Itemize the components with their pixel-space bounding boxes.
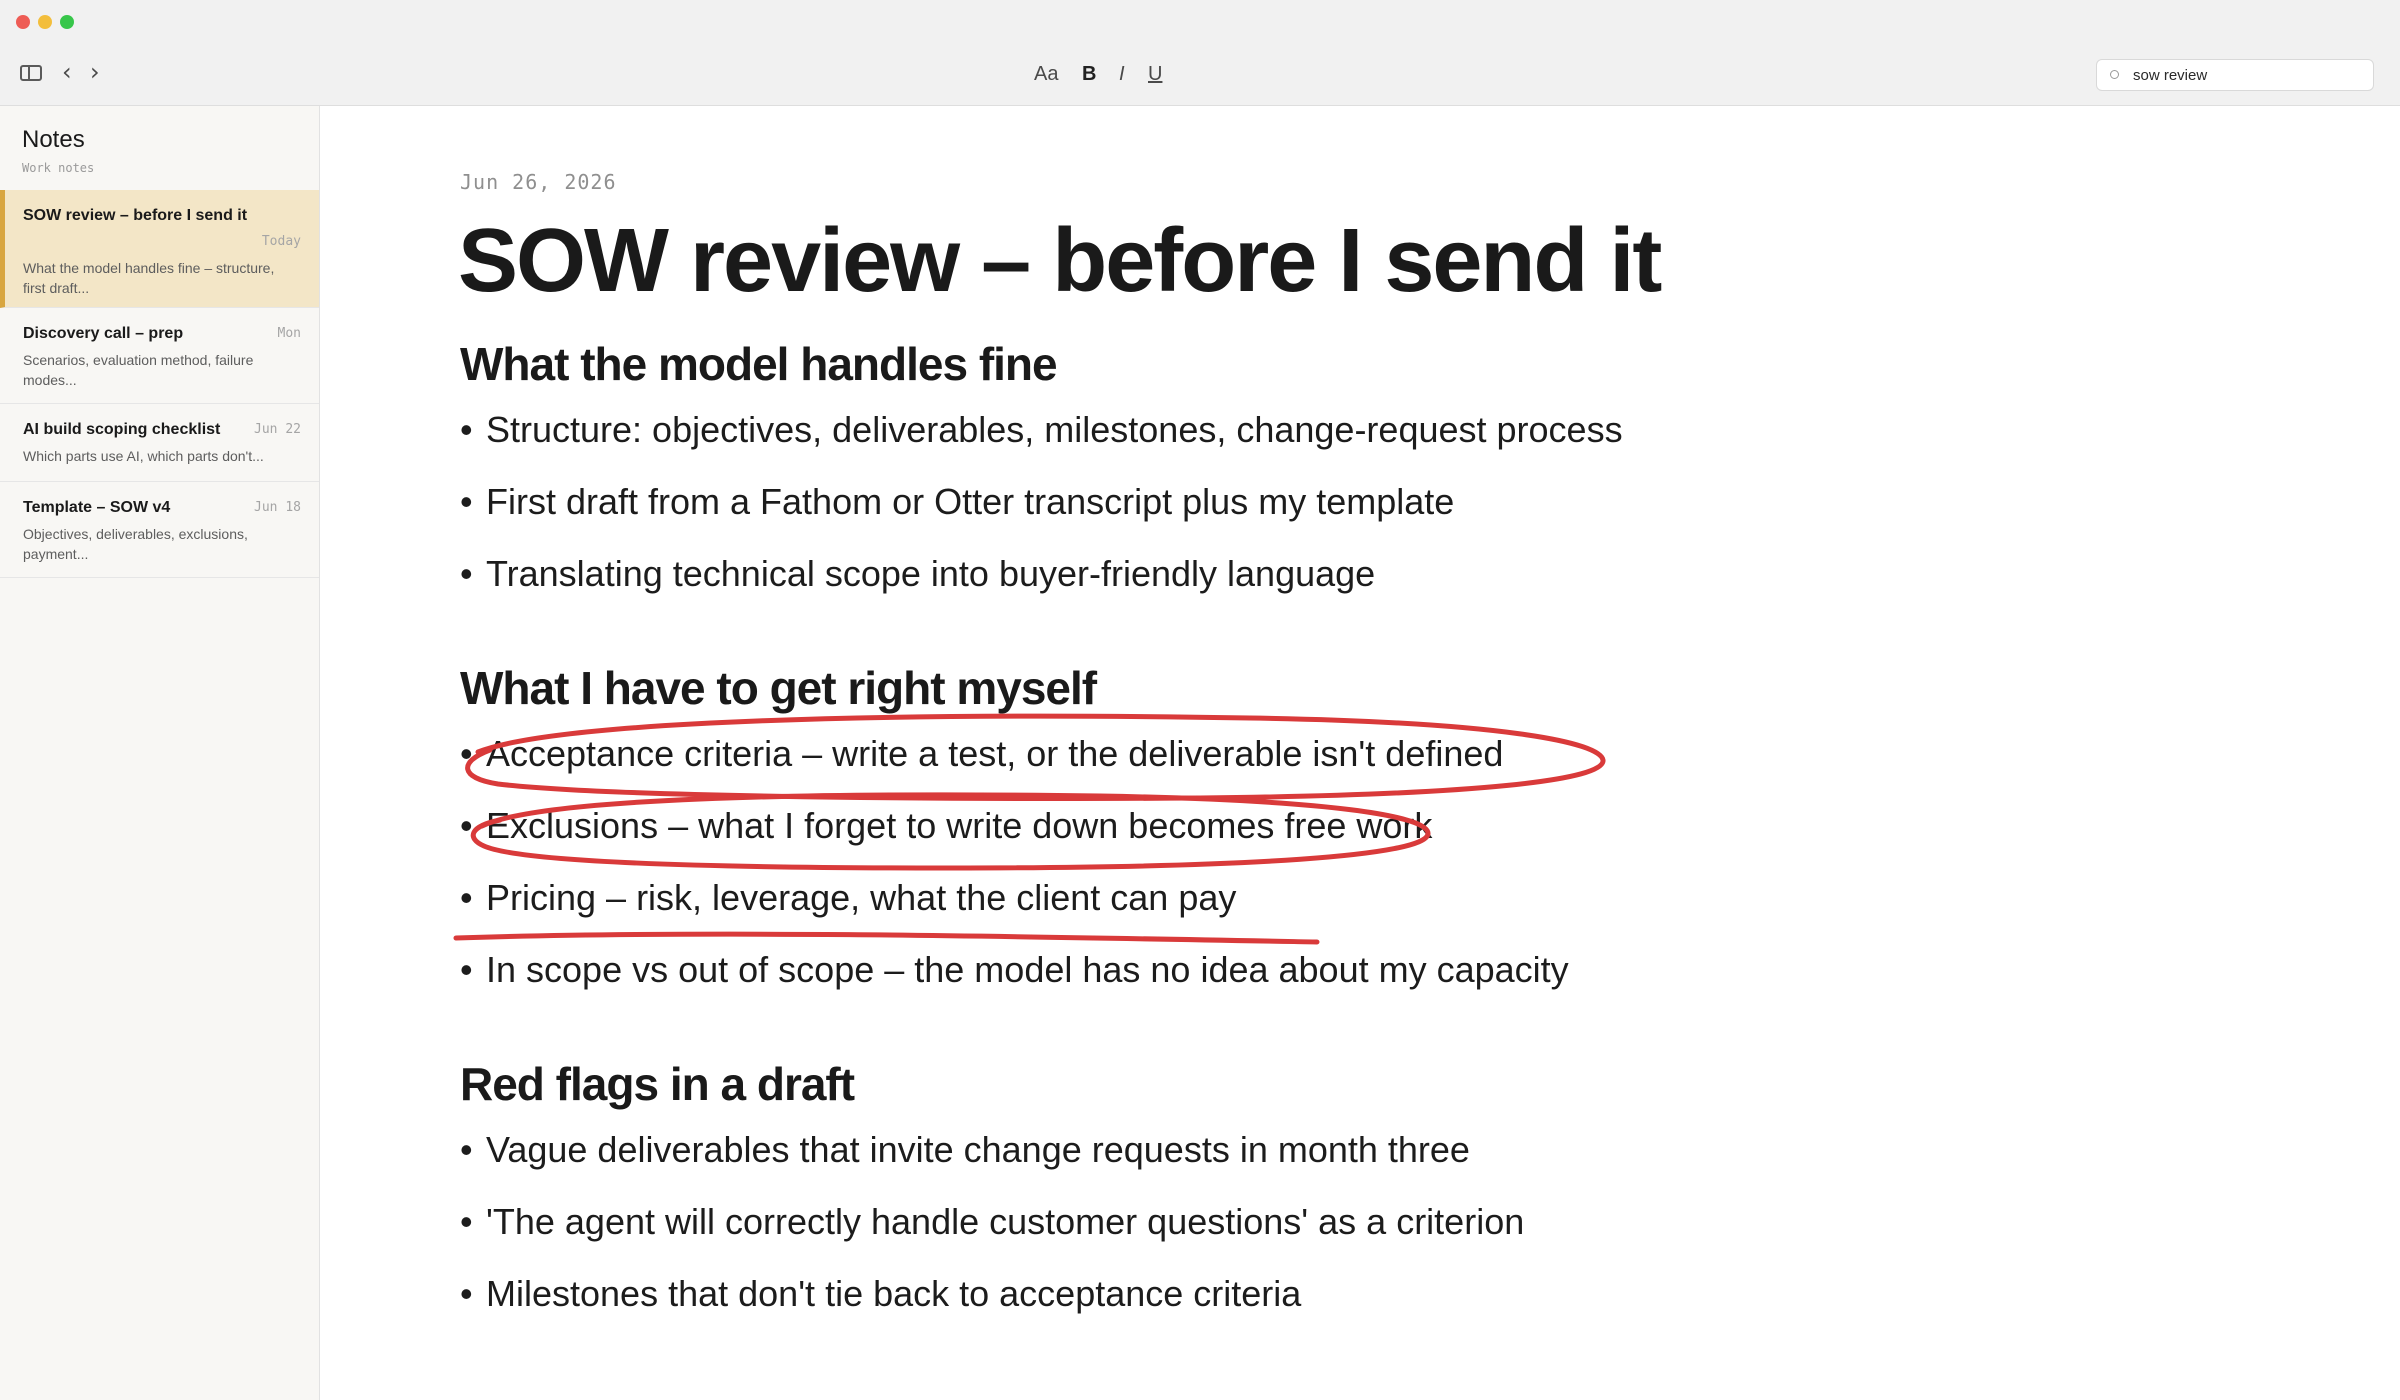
window-titlebar xyxy=(0,0,2400,43)
bullet-dot: • xyxy=(460,733,473,774)
sidebar-title: Notes xyxy=(22,126,85,153)
note-list-item[interactable]: Template – SOW v4 Jun 18 Objectives, del… xyxy=(0,482,319,578)
bullet-text: First draft from a Fathom or Otter trans… xyxy=(486,481,1455,522)
note-snippet: Objectives, deliverables, exclusions, pa… xyxy=(23,526,248,562)
bullet-dot: • xyxy=(460,877,473,918)
bullet-text: Structure: objectives, deliverables, mil… xyxy=(486,409,1623,450)
note-title: Template – SOW v4 xyxy=(23,499,171,516)
search-icon xyxy=(2110,70,2119,79)
toolbar: ‹ › Aa B I U sow review xyxy=(0,43,2400,106)
bullet-item[interactable]: • Pricing – risk, leverage, what the clie… xyxy=(460,876,1236,920)
bullet-text: Translating technical scope into buyer-f… xyxy=(486,553,1376,594)
bullet-text: Vague deliverables that invite change re… xyxy=(486,1129,1470,1170)
sidebar-toggle-icon[interactable] xyxy=(20,65,42,81)
note-title-heading[interactable]: SOW review – before I send it xyxy=(458,206,1662,316)
bullet-item[interactable]: • Exclusions – what I forget to write dow… xyxy=(460,804,1432,848)
maximize-window-button[interactable] xyxy=(60,15,74,29)
note-date: Jun 22 xyxy=(254,422,301,437)
back-arrow-icon[interactable]: ‹ xyxy=(62,59,72,85)
note-title: SOW review – before I send it xyxy=(23,207,248,224)
section-heading[interactable]: What the model handles fine xyxy=(460,336,1058,392)
bullet-dot: • xyxy=(460,1129,473,1170)
bullet-dot: • xyxy=(460,805,473,846)
bullet-text: Pricing – risk, leverage, what the clien… xyxy=(486,877,1237,918)
search-value: sow review xyxy=(2133,67,2208,84)
bullet-dot: • xyxy=(460,1201,473,1242)
section-heading[interactable]: What I have to get right myself xyxy=(460,660,1097,716)
bullet-dot: • xyxy=(460,409,473,450)
search-input[interactable]: sow review xyxy=(2096,59,2374,91)
bullet-text: Acceptance criteria – write a test, or t… xyxy=(486,733,1504,774)
note-list-item[interactable]: AI build scoping checklist Jun 22 Which … xyxy=(0,404,319,482)
bullet-item[interactable]: • First draft from a Fathom or Otter tran… xyxy=(460,480,1454,524)
bullet-item[interactable]: • Structure: objectives, deliverables, mi… xyxy=(460,408,1623,452)
note-list-item[interactable]: SOW review – before I send it Today What… xyxy=(0,190,319,308)
bullet-text: 'The agent will correctly handle custome… xyxy=(486,1201,1525,1242)
bullet-dot: • xyxy=(460,553,473,594)
forward-arrow-icon[interactable]: › xyxy=(90,59,100,85)
note-date: Mon xyxy=(277,326,301,341)
note-title: AI build scoping checklist xyxy=(23,421,221,438)
bullet-item[interactable]: • Acceptance criteria – write a test, or … xyxy=(460,732,1503,776)
bullet-text: Exclusions – what I forget to write down… xyxy=(486,805,1433,846)
section-heading[interactable]: Red flags in a draft xyxy=(460,1056,855,1112)
note-snippet: Scenarios, evaluation method, failure mo… xyxy=(23,352,254,388)
italic-button[interactable]: I xyxy=(1119,62,1125,86)
bullet-dot: • xyxy=(460,949,473,990)
note-editor[interactable]: Jun 26, 2026 SOW review – before I send … xyxy=(320,106,2400,1400)
bullet-dot: • xyxy=(460,481,473,522)
underline-button[interactable]: U xyxy=(1148,62,1162,86)
bullet-dot: • xyxy=(460,1273,473,1314)
note-snippet: Which parts use AI, which parts don't... xyxy=(23,448,264,464)
close-window-button[interactable] xyxy=(16,15,30,29)
bold-button[interactable]: B xyxy=(1082,62,1096,86)
note-date-header: Jun 26, 2026 xyxy=(460,170,617,194)
bullet-text: In scope vs out of scope – the model has… xyxy=(486,949,1569,990)
bullet-item[interactable]: • 'The agent will correctly handle custom… xyxy=(460,1200,1524,1244)
note-snippet: What the model handles fine – structure,… xyxy=(23,260,275,296)
notes-sidebar: Notes Work notes SOW review – before I s… xyxy=(0,106,320,1400)
bullet-item[interactable]: • Vague deliverables that invite change r… xyxy=(460,1128,1470,1172)
note-list: SOW review – before I send it Today What… xyxy=(0,190,319,578)
bullet-item[interactable]: • Milestones that don't tie back to accep… xyxy=(460,1272,1301,1316)
note-date: Jun 18 xyxy=(254,500,301,515)
note-list-item[interactable]: Discovery call – prep Mon Scenarios, eva… xyxy=(0,308,319,404)
note-date: Today xyxy=(261,234,301,249)
bullet-item[interactable]: • In scope vs out of scope – the model ha… xyxy=(460,948,1569,992)
sidebar-subtitle: Work notes xyxy=(22,161,95,175)
minimize-window-button[interactable] xyxy=(38,15,52,29)
bullet-text: Milestones that don't tie back to accept… xyxy=(486,1273,1302,1314)
bullet-item[interactable]: • Translating technical scope into buyer-… xyxy=(460,552,1375,596)
note-title: Discovery call – prep xyxy=(23,325,184,342)
font-format-button[interactable]: Aa xyxy=(1034,62,1058,86)
